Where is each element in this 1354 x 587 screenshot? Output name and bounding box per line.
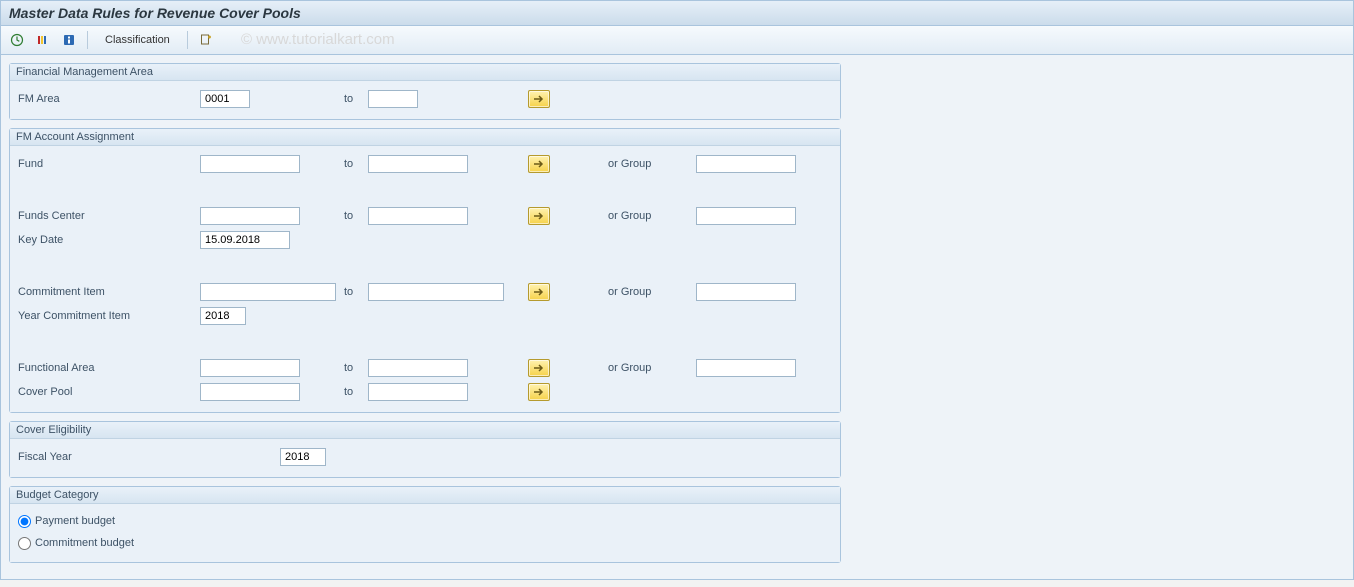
group-title: FM Account Assignment [10, 129, 840, 146]
payment-budget-label[interactable]: Payment budget [35, 515, 115, 527]
fund-to-input[interactable] [368, 155, 468, 173]
row-fiscal-year: Fiscal Year [10, 445, 840, 469]
info-button[interactable] [59, 30, 79, 50]
funds-center-from-input[interactable] [200, 207, 300, 225]
group-title: Financial Management Area [10, 64, 840, 81]
arrow-right-icon [533, 211, 545, 221]
group-title: Budget Category [10, 487, 840, 504]
toolbar-separator [187, 31, 188, 49]
radio-row-commitment-budget: Commitment budget [10, 532, 840, 554]
multi-select-button[interactable] [528, 383, 550, 401]
or-group-label: or Group [608, 362, 696, 374]
classification-label: Classification [105, 34, 170, 46]
execute-button[interactable] [7, 30, 27, 50]
funds-center-label: Funds Center [18, 210, 200, 222]
funds-center-group-input[interactable] [696, 207, 796, 225]
functional-area-to-input[interactable] [368, 359, 468, 377]
to-label: to [344, 386, 368, 398]
key-date-label: Key Date [18, 234, 200, 246]
to-label: to [344, 210, 368, 222]
functional-area-group-input[interactable] [696, 359, 796, 377]
info-icon [62, 33, 76, 47]
group-cover-eligibility: Cover Eligibility Fiscal Year [9, 421, 841, 478]
cover-pool-to-input[interactable] [368, 383, 468, 401]
to-label: to [344, 286, 368, 298]
toolbar-separator [87, 31, 88, 49]
arrow-right-icon [533, 159, 545, 169]
row-funds-center: Funds Center to or Group [10, 204, 840, 228]
commitment-item-label: Commitment Item [18, 286, 200, 298]
group-title: Cover Eligibility [10, 422, 840, 439]
arrow-right-icon [533, 363, 545, 373]
key-date-input[interactable] [200, 231, 290, 249]
multi-select-button[interactable] [528, 90, 550, 108]
functional-area-label: Functional Area [18, 362, 200, 374]
row-key-date: Key Date [10, 228, 840, 252]
commitment-item-to-input[interactable] [368, 283, 504, 301]
fm-area-from-input[interactable] [200, 90, 250, 108]
page-title: Master Data Rules for Revenue Cover Pool… [9, 5, 1345, 21]
arrow-right-icon [533, 287, 545, 297]
commitment-budget-label[interactable]: Commitment budget [35, 537, 134, 549]
fm-area-label: FM Area [18, 93, 200, 105]
commitment-item-from-input[interactable] [200, 283, 336, 301]
payment-budget-radio[interactable] [18, 515, 31, 528]
fm-area-to-input[interactable] [368, 90, 418, 108]
bars-icon [36, 33, 50, 47]
arrow-right-icon [533, 94, 545, 104]
row-year-commitment-item: Year Commitment Item [10, 304, 840, 328]
fiscal-year-label: Fiscal Year [18, 451, 280, 463]
commitment-item-group-input[interactable] [696, 283, 796, 301]
to-label: to [344, 158, 368, 170]
title-bar: Master Data Rules for Revenue Cover Pool… [1, 1, 1353, 26]
or-group-label: or Group [608, 286, 696, 298]
fund-from-input[interactable] [200, 155, 300, 173]
clock-execute-icon [10, 33, 24, 47]
group-budget-category: Budget Category Payment budget Commitmen… [9, 486, 841, 563]
document-plus-icon [199, 33, 213, 47]
radio-row-payment-budget: Payment budget [10, 510, 840, 532]
year-commitment-item-input[interactable] [200, 307, 246, 325]
year-commitment-item-label: Year Commitment Item [18, 310, 200, 322]
create-button[interactable] [196, 30, 216, 50]
row-fm-area: FM Area to [10, 87, 840, 111]
toolbar: Classification [1, 26, 1353, 55]
to-label: to [344, 362, 368, 374]
commitment-budget-radio[interactable] [18, 537, 31, 550]
group-financial-management-area: Financial Management Area FM Area to [9, 63, 841, 120]
funds-center-to-input[interactable] [368, 207, 468, 225]
classification-button[interactable]: Classification [96, 30, 179, 50]
group-fm-account-assignment: FM Account Assignment Fund to or Group [9, 128, 841, 413]
cover-pool-label: Cover Pool [18, 386, 200, 398]
functional-area-from-input[interactable] [200, 359, 300, 377]
row-cover-pool: Cover Pool to [10, 380, 840, 404]
fund-group-input[interactable] [696, 155, 796, 173]
multi-select-button[interactable] [528, 359, 550, 377]
cover-pool-from-input[interactable] [200, 383, 300, 401]
fund-label: Fund [18, 158, 200, 170]
or-group-label: or Group [608, 210, 696, 222]
multi-select-button[interactable] [528, 155, 550, 173]
or-group-label: or Group [608, 158, 696, 170]
multi-select-button[interactable] [528, 283, 550, 301]
variant-button[interactable] [33, 30, 53, 50]
row-fund: Fund to or Group [10, 152, 840, 176]
fiscal-year-input[interactable] [280, 448, 326, 466]
row-functional-area: Functional Area to or Group [10, 356, 840, 380]
arrow-right-icon [533, 387, 545, 397]
multi-select-button[interactable] [528, 207, 550, 225]
row-commitment-item: Commitment Item to or Group [10, 280, 840, 304]
to-label: to [344, 93, 368, 105]
